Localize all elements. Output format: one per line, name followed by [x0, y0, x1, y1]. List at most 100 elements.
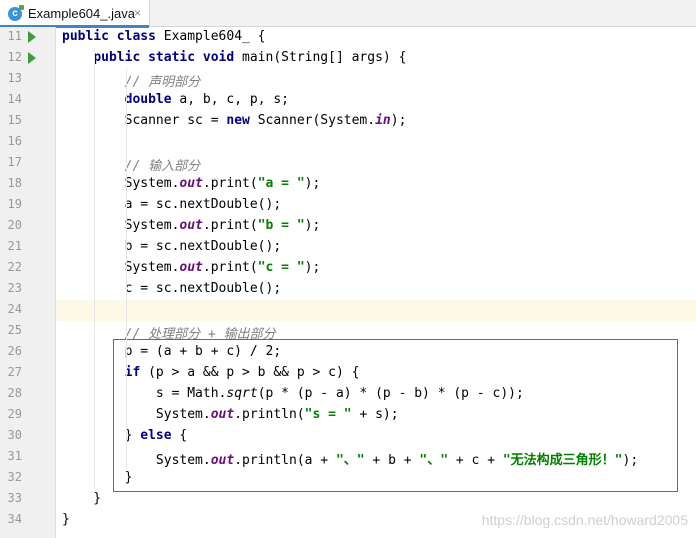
code-token: a, b, c, p, s; [179, 92, 289, 107]
tab-filename: Example604_.java [28, 6, 135, 21]
code-line[interactable]: 24 [0, 300, 696, 321]
line-number: 33 [7, 491, 22, 505]
code-line[interactable]: 16 [0, 132, 696, 153]
line-number: 34 [7, 512, 22, 526]
code-token: .print( [202, 260, 258, 275]
code-token: out [179, 260, 203, 275]
code-line[interactable]: 11 public class Example604_ { [0, 27, 696, 48]
code-line[interactable]: 32 } [0, 468, 696, 489]
run-gutter-icon[interactable] [28, 31, 36, 43]
code-token: (p > a && p > b && p > c) { [148, 365, 360, 380]
code-line[interactable]: 29 System.out.println("s = " + s); [0, 405, 696, 426]
code-token: System. [62, 407, 211, 422]
code-text: System.out.print("a = "); [62, 176, 321, 191]
code-token: public static void [93, 50, 243, 65]
code-token: } [62, 428, 141, 443]
code-token: in [375, 113, 391, 128]
code-token: ); [304, 176, 321, 191]
code-token: System. [62, 453, 211, 468]
code-line[interactable]: 15 Scanner sc = new Scanner(System.in); [0, 111, 696, 132]
code-token: } [62, 470, 133, 485]
java-class-icon: c [8, 4, 24, 21]
code-line[interactable]: 27 if (p > a && p > b && p > c) { [0, 363, 696, 384]
code-line[interactable]: 19 a = sc.nextDouble(); [0, 195, 696, 216]
code-token: Scanner sc = [62, 113, 227, 128]
code-token: new [226, 113, 258, 128]
line-number: 27 [7, 365, 22, 379]
line-number: 12 [7, 50, 22, 64]
code-text: s = Math.sqrt(p * (p - a) * (p - b) * (p… [62, 386, 524, 401]
code-text: System.out.println("s = " + s); [62, 407, 399, 422]
code-token: sqrt [226, 386, 258, 401]
code-token: .print( [202, 176, 258, 191]
code-token: // 处理部分 + 输出部分 [124, 327, 276, 342]
code-text: Scanner sc = new Scanner(System.in); [62, 113, 407, 128]
code-line[interactable]: 28 s = Math.sqrt(p * (p - a) * (p - b) *… [0, 384, 696, 405]
close-icon[interactable]: × [134, 6, 141, 20]
code-line[interactable]: 22 System.out.print("c = "); [0, 258, 696, 279]
code-editor[interactable]: 11 public class Example604_ { 12 public st… [0, 27, 696, 538]
code-line[interactable]: 26 p = (a + b + c) / 2; [0, 342, 696, 363]
code-token: + c + [448, 453, 503, 468]
code-token: "、" [335, 453, 365, 468]
code-text: public static void main(String[] args) { [62, 50, 406, 65]
code-token: } [62, 491, 102, 506]
code-line[interactable]: 23 c = sc.nextDouble(); [0, 279, 696, 300]
code-token: (p * (p - a) * (p - b) * (p - c)); [257, 386, 524, 401]
line-number: 14 [7, 92, 22, 106]
code-line[interactable]: 18 System.out.print("a = "); [0, 174, 696, 195]
code-token: out [210, 407, 235, 422]
code-line[interactable]: 17 // 输入部分 [0, 153, 696, 174]
code-token: } [62, 512, 70, 527]
line-number: 31 [7, 449, 22, 463]
line-number: 17 [7, 155, 22, 169]
code-token: ); [390, 113, 407, 128]
code-text: public class Example604_ { [62, 29, 266, 44]
code-token: .println(a + [234, 453, 336, 468]
code-text: if (p > a && p > b && p > c) { [62, 365, 360, 380]
code-token: if [124, 365, 149, 380]
code-line[interactable]: 30 } else { [0, 426, 696, 447]
code-token: + s); [351, 407, 399, 422]
line-number: 15 [7, 113, 22, 127]
code-line[interactable]: 14 double a, b, c, p, s; [0, 90, 696, 111]
line-number: 18 [7, 176, 22, 190]
line-number: 20 [7, 218, 22, 232]
code-line[interactable]: 21 b = sc.nextDouble(); [0, 237, 696, 258]
code-line[interactable]: 31 System.out.println(a + "、" + b + "、" … [0, 447, 696, 468]
code-line[interactable]: 12 public static void main(String[] args… [0, 48, 696, 69]
code-line[interactable]: 20 System.out.print("b = "); [0, 216, 696, 237]
line-number: 11 [7, 29, 22, 43]
line-number: 16 [7, 134, 22, 148]
line-number: 32 [7, 470, 22, 484]
code-text: // 输入部分 [62, 155, 200, 174]
run-gutter-icon[interactable] [28, 52, 36, 64]
code-text: } [62, 470, 133, 485]
tab-example604[interactable]: c Example604_.java × [0, 0, 150, 28]
code-token: ); [304, 218, 321, 233]
code-token: { [179, 428, 188, 443]
code-line[interactable]: 25 // 处理部分 + 输出部分 [0, 321, 696, 342]
code-token: "、" [419, 453, 449, 468]
line-number: 25 [7, 323, 22, 337]
code-token: Example604_ { [163, 29, 266, 44]
editor-tab-bar: c Example604_.java × [0, 0, 696, 28]
line-number: 19 [7, 197, 22, 211]
code-text: System.out.print("b = "); [62, 218, 321, 233]
line-number: 21 [7, 239, 22, 253]
code-token: Scanner(System. [257, 113, 376, 128]
code-text: System.out.print("c = "); [62, 260, 321, 275]
code-line[interactable]: 33 } [0, 489, 696, 510]
code-line[interactable]: 13 // 声明部分 [0, 69, 696, 90]
code-token: .print( [202, 218, 258, 233]
code-text: } else { [62, 428, 188, 443]
code-text: // 声明部分 [62, 71, 200, 90]
line-number: 13 [7, 71, 22, 85]
line-number: 23 [7, 281, 22, 295]
code-token: "b = " [257, 218, 305, 233]
code-token: out [179, 218, 203, 233]
code-token: // 输入部分 [124, 159, 201, 174]
code-token: public class [62, 29, 164, 44]
code-token: "a = " [257, 176, 305, 191]
